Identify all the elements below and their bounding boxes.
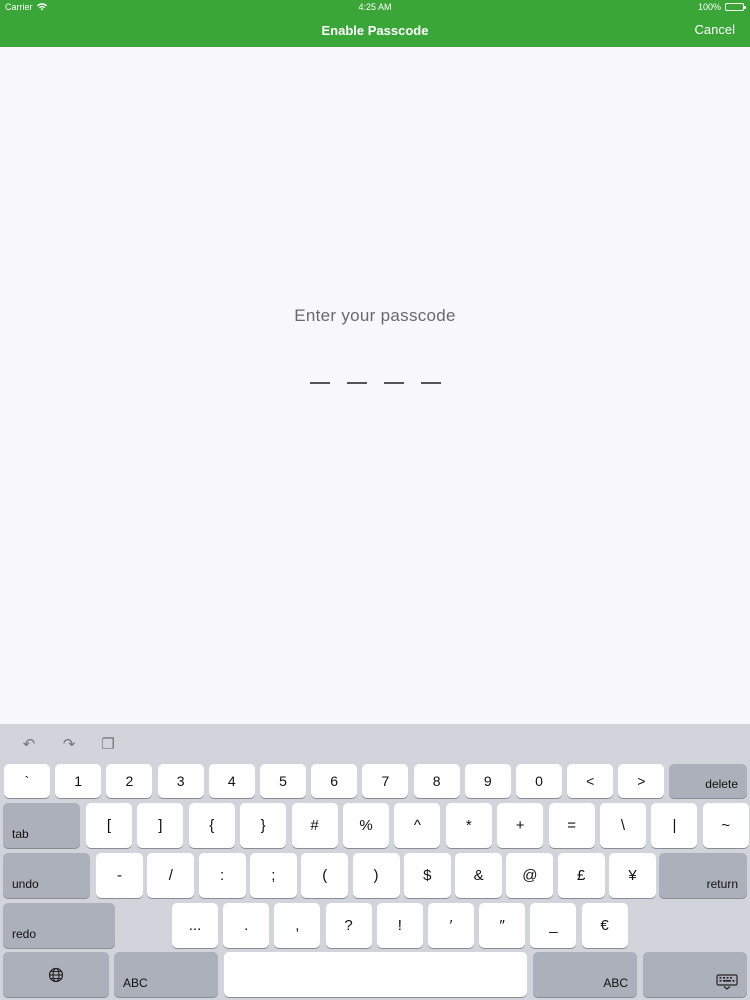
passcode-slot [346, 364, 367, 384]
keyboard-toolbar: ↶ ↷ ❐ [0, 724, 750, 762]
hide-keyboard-key[interactable] [643, 952, 747, 997]
key[interactable]: ; [249, 853, 297, 898]
key[interactable]: ` [4, 764, 50, 798]
key[interactable]: ( [301, 853, 349, 898]
key[interactable]: < [567, 764, 614, 798]
space-key[interactable] [224, 952, 527, 997]
key[interactable]: ~ [702, 803, 749, 848]
tab-key[interactable]: tab [3, 803, 80, 848]
undo-key[interactable]: undo [3, 853, 90, 898]
cancel-button[interactable]: Cancel [695, 21, 735, 39]
key[interactable]: $ [403, 853, 451, 898]
passcode-slot [383, 364, 404, 384]
key[interactable]: 1 [55, 764, 102, 798]
key[interactable]: [ [86, 803, 132, 848]
key[interactable]: | [651, 803, 698, 848]
key[interactable]: 6 [311, 764, 358, 798]
key[interactable]: 0 [516, 764, 562, 798]
globe-key[interactable] [3, 952, 109, 997]
key[interactable]: # [291, 803, 338, 848]
paste-icon[interactable]: ❐ [97, 736, 119, 754]
key[interactable]: 2 [106, 764, 153, 798]
key[interactable]: > [618, 764, 665, 798]
key[interactable]: 5 [260, 764, 306, 798]
key[interactable]: ... [172, 903, 218, 948]
status-time: 4:25 AM [358, 2, 392, 12]
key[interactable]: 3 [157, 764, 204, 798]
key[interactable]: - [96, 853, 143, 898]
key[interactable]: { [188, 803, 235, 848]
battery-icon [725, 3, 746, 11]
navigation-bar: Carrier 4:25 AM 100% Enable Passcode Can… [0, 0, 750, 47]
delete-key[interactable]: delete [669, 764, 747, 798]
key[interactable]: : [198, 853, 246, 898]
key[interactable]: % [343, 803, 389, 848]
key[interactable]: * [445, 803, 492, 848]
page-title: Enable Passcode [321, 23, 429, 38]
passcode-slot [420, 364, 441, 384]
abc-key-left[interactable]: ABC [114, 952, 218, 997]
undo-icon[interactable]: ↶ [18, 736, 40, 754]
keyboard: ↶ ↷ ❐ ` 1 2 3 4 5 6 7 8 9 0 < > delete tab[]{} #% ^ * + = \ | ~ u… [0, 724, 750, 1000]
key[interactable]: ′ [428, 903, 474, 948]
passcode-input[interactable] [0, 364, 750, 384]
key[interactable]: 7 [362, 764, 409, 798]
key[interactable]: ] [137, 803, 184, 848]
passcode-prompt: Enter your passcode [294, 306, 456, 325]
key[interactable]: } [240, 803, 287, 848]
keyboard-dismiss-icon [716, 974, 738, 990]
battery-percent: 100% [697, 2, 721, 12]
key[interactable]: , [274, 903, 321, 948]
redo-key[interactable]: redo [3, 903, 115, 948]
status-bar: Carrier 4:25 AM 100% [0, 0, 750, 14]
key[interactable]: ? [325, 903, 372, 948]
key[interactable]: + [497, 803, 544, 848]
key[interactable]: € [581, 903, 628, 948]
redo-icon[interactable]: ↷ [58, 736, 80, 754]
key[interactable]: . [223, 903, 270, 948]
key[interactable]: 4 [208, 764, 255, 798]
key[interactable]: ^ [394, 803, 441, 848]
key[interactable]: £ [557, 853, 605, 898]
key[interactable]: @ [506, 853, 554, 898]
passcode-slot [309, 364, 330, 384]
key[interactable]: = [548, 803, 595, 848]
abc-key-right[interactable]: ABC [533, 952, 637, 997]
key[interactable]: ″ [479, 903, 526, 948]
key[interactable]: 9 [464, 764, 511, 798]
key[interactable]: ) [352, 853, 400, 898]
key[interactable]: _ [530, 903, 577, 948]
key[interactable]: / [147, 853, 195, 898]
status-right: 100% [697, 0, 746, 14]
key[interactable]: ¥ [609, 853, 656, 898]
key[interactable]: ! [376, 903, 423, 948]
key[interactable]: & [455, 853, 503, 898]
globe-icon [48, 967, 64, 982]
key[interactable]: 8 [413, 764, 460, 798]
key[interactable]: \ [600, 803, 646, 848]
return-key[interactable]: return [659, 853, 747, 898]
